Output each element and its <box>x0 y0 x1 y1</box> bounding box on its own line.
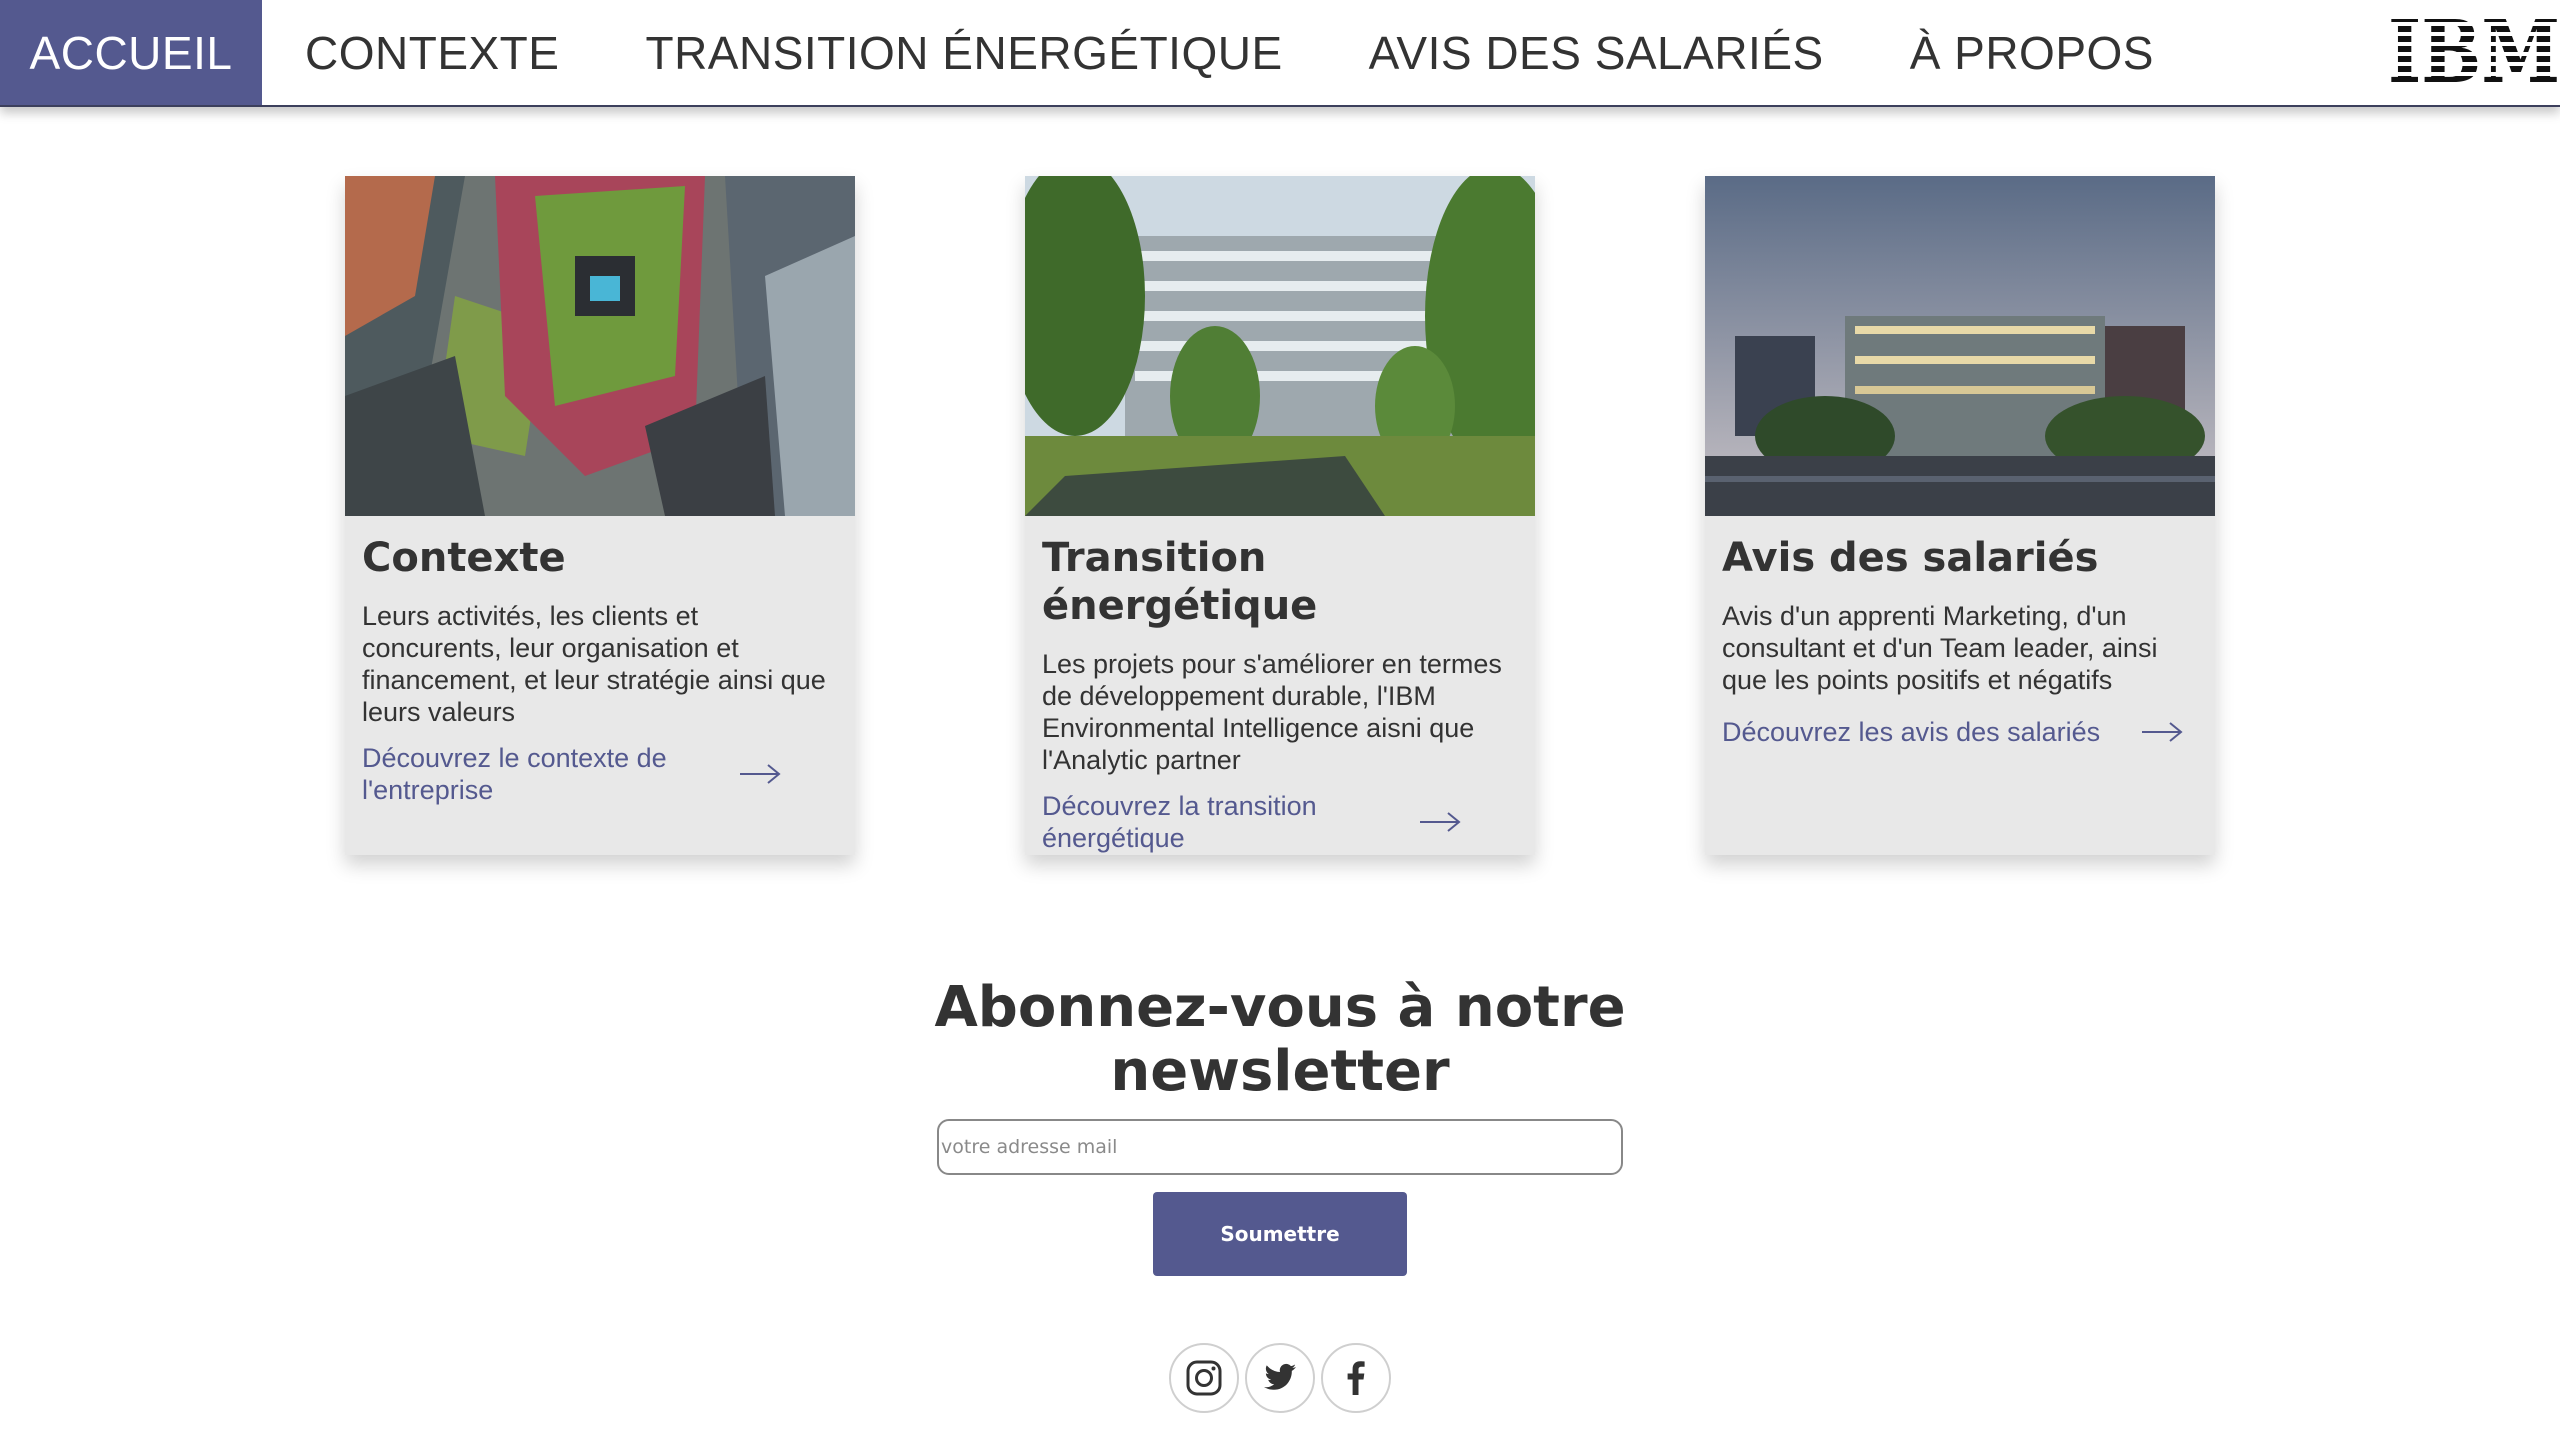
city-campus-photo <box>1705 176 2215 516</box>
twitter-icon <box>1264 1363 1296 1390</box>
card-description: Avis d'un apprenti Marketing, d'un consu… <box>1722 601 2158 695</box>
ibm-logo[interactable]: IBM <box>2388 16 2560 88</box>
card-description: Les projets pour s'améliorer en termes d… <box>1042 649 1502 775</box>
card-title: Transition énergétique <box>1042 535 1318 629</box>
main-nav: ACCUEIL CONTEXTE TRANSITION ÉNERGÉTIQUE … <box>0 0 2560 107</box>
twitter-button[interactable] <box>1245 1343 1315 1413</box>
card-link-avis[interactable]: Découvrez les avis des salariés <box>1722 716 2100 748</box>
nav-item-a-propos[interactable]: À PROPOS <box>1867 0 2197 105</box>
card-avis: Avis des salariés Avis d'un apprenti Mar… <box>1705 176 2215 855</box>
arrow-right-icon[interactable] <box>2140 721 2184 743</box>
card-description: Leurs activités, les clients et concuren… <box>362 601 826 727</box>
submit-button[interactable]: Soumettre <box>1153 1192 1407 1276</box>
facebook-button[interactable] <box>1321 1343 1391 1413</box>
card-title: Contexte <box>362 535 566 581</box>
card-title: Avis des salariés <box>1722 535 2099 581</box>
nav-item-transition[interactable]: TRANSITION ÉNERGÉTIQUE <box>602 0 1325 105</box>
nav-item-contexte[interactable]: CONTEXTE <box>262 0 602 105</box>
card-link-transition[interactable]: Découvrez la transition énergétique <box>1042 790 1342 854</box>
arrow-right-icon[interactable] <box>738 763 782 785</box>
card-contexte: Contexte Leurs activités, les clients et… <box>345 176 855 855</box>
newsletter-title: Abonnez-vous à notre newsletter <box>934 975 1626 1104</box>
nav-item-avis[interactable]: AVIS DES SALARIÉS <box>1326 0 1867 105</box>
instagram-icon <box>1186 1360 1222 1396</box>
instagram-button[interactable] <box>1169 1343 1239 1413</box>
card-link-contexte[interactable]: Découvrez le contexte de l'entreprise <box>362 742 692 806</box>
nav-item-accueil[interactable]: ACCUEIL <box>0 0 262 105</box>
card-transition: Transition énergétique Les projets pour … <box>1025 176 1535 855</box>
arrow-right-icon[interactable] <box>1418 811 1462 833</box>
email-input[interactable] <box>937 1119 1623 1175</box>
green-office-building-photo <box>1025 176 1535 516</box>
facebook-icon <box>1347 1361 1365 1395</box>
aerial-green-tower-photo <box>345 176 855 516</box>
